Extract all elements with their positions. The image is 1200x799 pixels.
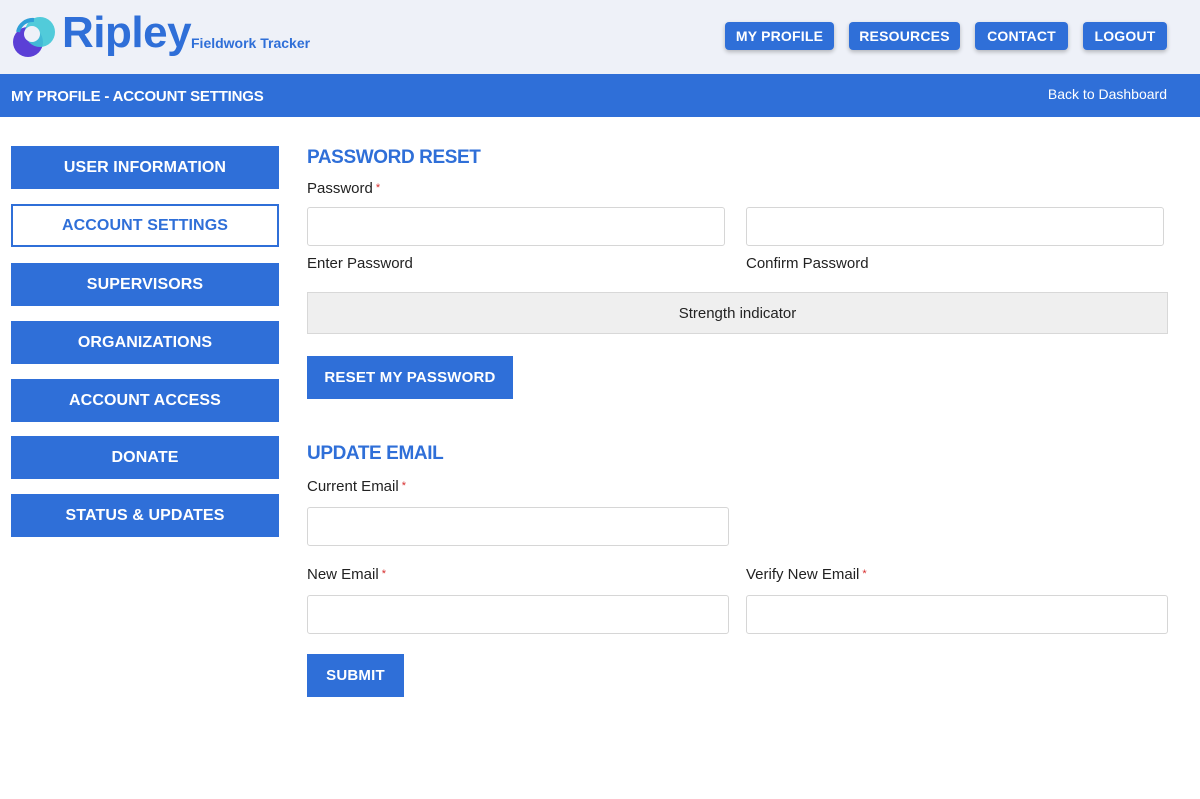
nav-logout-button[interactable]: LOGOUT bbox=[1083, 22, 1167, 50]
password-reset-heading: PASSWORD RESET bbox=[307, 147, 481, 168]
reset-password-button[interactable]: RESET MY PASSWORD bbox=[307, 356, 513, 399]
current-email-label: Current Email * bbox=[307, 478, 406, 495]
sidebar-item-user-information[interactable]: USER INFORMATION bbox=[11, 146, 279, 189]
sidebar-item-status-updates[interactable]: STATUS & UPDATES bbox=[11, 494, 279, 537]
ripley-logo-icon bbox=[13, 17, 55, 57]
password-strength-indicator: Strength indicator bbox=[307, 292, 1168, 334]
sidebar-item-account-access[interactable]: ACCOUNT ACCESS bbox=[11, 379, 279, 422]
sidebar-item-supervisors[interactable]: SUPERVISORS bbox=[11, 263, 279, 306]
confirm-password-helper: Confirm Password bbox=[746, 255, 869, 272]
back-to-dashboard-link[interactable]: Back to Dashboard bbox=[1048, 86, 1167, 102]
verify-email-label: Verify New Email * bbox=[746, 566, 867, 583]
app-header: Ripley Fieldwork Tracker MY PROFILE RESO… bbox=[0, 0, 1200, 74]
required-marker: * bbox=[862, 568, 867, 580]
submit-email-button[interactable]: SUBMIT bbox=[307, 654, 404, 697]
verify-new-email-input[interactable] bbox=[746, 595, 1168, 634]
nav-my-profile-button[interactable]: MY PROFILE bbox=[725, 22, 834, 50]
password-label: Password * bbox=[307, 180, 380, 197]
nav-resources-button[interactable]: RESOURCES bbox=[849, 22, 960, 50]
sidebar-item-organizations[interactable]: ORGANIZATIONS bbox=[11, 321, 279, 364]
verify-email-label-text: Verify New Email bbox=[746, 566, 860, 583]
required-marker: * bbox=[375, 182, 381, 194]
brand-name: Ripley bbox=[62, 8, 192, 57]
nav-contact-button[interactable]: CONTACT bbox=[975, 22, 1068, 50]
password-label-text: Password bbox=[307, 180, 373, 197]
enter-password-input[interactable] bbox=[307, 207, 725, 246]
confirm-password-input[interactable] bbox=[746, 207, 1164, 246]
brand-tagline: Fieldwork Tracker bbox=[191, 35, 311, 51]
new-email-label-text: New Email bbox=[307, 566, 379, 583]
new-email-input[interactable] bbox=[307, 595, 729, 634]
update-email-heading: UPDATE EMAIL bbox=[307, 443, 444, 464]
required-marker: * bbox=[381, 568, 386, 580]
new-email-label: New Email * bbox=[307, 566, 386, 583]
enter-password-helper: Enter Password bbox=[307, 255, 413, 272]
page-title-bar: MY PROFILE - ACCOUNT SETTINGS Back to Da… bbox=[0, 74, 1200, 117]
sidebar-item-donate[interactable]: DONATE bbox=[11, 436, 279, 479]
page-title: MY PROFILE - ACCOUNT SETTINGS bbox=[11, 88, 264, 105]
required-marker: * bbox=[401, 480, 406, 492]
current-email-input[interactable] bbox=[307, 507, 729, 546]
current-email-label-text: Current Email bbox=[307, 478, 399, 495]
sidebar-item-account-settings[interactable]: ACCOUNT SETTINGS bbox=[11, 204, 279, 247]
